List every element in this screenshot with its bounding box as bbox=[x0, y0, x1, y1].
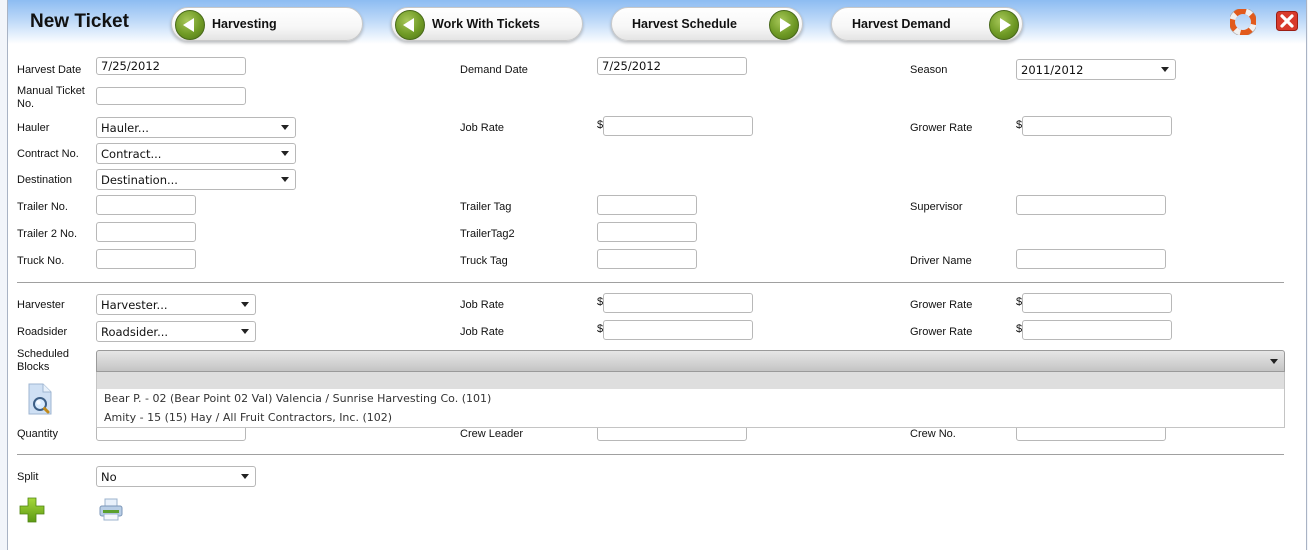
chevron-down-icon bbox=[281, 151, 289, 156]
harvester-select[interactable]: Harvester... bbox=[96, 294, 256, 315]
hauler-grower-rate-input[interactable] bbox=[1022, 116, 1172, 136]
back-arrow-icon bbox=[395, 10, 425, 40]
chevron-down-icon bbox=[241, 474, 249, 479]
print-icon[interactable] bbox=[98, 498, 124, 522]
trailer-tag2-label: TrailerTag2 bbox=[460, 228, 515, 240]
quantity-label: Quantity bbox=[17, 428, 58, 440]
scheduled-block-option[interactable]: Bear P. - 02 (Bear Point 02 Val) Valenci… bbox=[97, 389, 1284, 408]
dropdown-header bbox=[97, 372, 1284, 389]
chevron-down-icon bbox=[241, 329, 249, 334]
hauler-select[interactable]: Hauler... bbox=[96, 117, 296, 138]
hauler-label: Hauler bbox=[17, 122, 50, 134]
nav-harvesting-button[interactable]: Harvesting bbox=[171, 7, 363, 41]
split-select[interactable]: No bbox=[96, 466, 256, 487]
roadsider-job-rate-label: Job Rate bbox=[460, 326, 505, 338]
season-select[interactable]: 2011/2012 bbox=[1016, 59, 1176, 80]
scheduled-block-option[interactable]: Amity - 15 (15) Hay / All Fruit Contract… bbox=[97, 408, 1284, 427]
trailer2-no-label: Trailer 2 No. bbox=[17, 228, 78, 240]
trailer2-no-input[interactable] bbox=[96, 222, 196, 242]
roadsider-grower-rate-input[interactable] bbox=[1022, 320, 1172, 340]
section-divider bbox=[17, 282, 1284, 283]
truck-tag-input[interactable] bbox=[597, 249, 697, 269]
contract-value: Contract... bbox=[101, 147, 162, 161]
split-value: No bbox=[101, 470, 117, 484]
nav-harvest-demand-button[interactable]: Harvest Demand bbox=[831, 7, 1023, 41]
truck-no-input[interactable] bbox=[96, 249, 196, 269]
harvester-label: Harvester bbox=[17, 299, 65, 311]
truck-tag-label: Truck Tag bbox=[460, 255, 508, 267]
nav-harvest-schedule-label: Harvest Schedule bbox=[632, 17, 737, 31]
manual-ticket-input[interactable] bbox=[96, 87, 246, 105]
section-divider bbox=[17, 454, 1284, 455]
trailer-no-label: Trailer No. bbox=[17, 201, 68, 213]
contract-select[interactable]: Contract... bbox=[96, 143, 296, 164]
destination-value: Destination... bbox=[101, 173, 178, 187]
header-bar: New Ticket Harvesting Work With Tickets … bbox=[8, 0, 1306, 44]
scheduled-blocks-select[interactable] bbox=[96, 350, 1285, 372]
crew-leader-label: Crew Leader bbox=[460, 428, 523, 440]
trailer-tag2-input[interactable] bbox=[597, 222, 697, 242]
hauler-job-rate-label: Job Rate bbox=[460, 122, 505, 134]
nav-work-with-tickets-button[interactable]: Work With Tickets bbox=[391, 7, 583, 41]
new-ticket-panel: New Ticket Harvesting Work With Tickets … bbox=[7, 0, 1307, 550]
season-label: Season bbox=[910, 64, 948, 76]
harvester-grower-rate-input[interactable] bbox=[1022, 293, 1172, 313]
lifebuoy-icon[interactable] bbox=[1230, 9, 1256, 35]
harvester-job-rate-label: Job Rate bbox=[460, 299, 505, 311]
driver-name-input[interactable] bbox=[1016, 249, 1166, 269]
contract-label: Contract No. bbox=[17, 148, 79, 160]
driver-name-label: Driver Name bbox=[910, 255, 972, 267]
nav-harvesting-label: Harvesting bbox=[212, 17, 277, 31]
nav-work-with-tickets-label: Work With Tickets bbox=[432, 17, 540, 31]
harvest-date-input[interactable]: 7/25/2012 bbox=[96, 57, 246, 75]
demand-date-input[interactable]: 7/25/2012 bbox=[597, 57, 747, 75]
harvester-job-rate-input[interactable] bbox=[603, 293, 753, 313]
hauler-grower-rate-label: Grower Rate bbox=[910, 122, 973, 134]
roadsider-grower-rate-label: Grower Rate bbox=[910, 326, 973, 338]
destination-label: Destination bbox=[17, 174, 73, 186]
split-label: Split bbox=[17, 471, 39, 483]
supervisor-label: Supervisor bbox=[910, 201, 963, 213]
manual-ticket-label: Manual Ticket No. bbox=[17, 85, 85, 110]
crew-no-label: Crew No. bbox=[910, 428, 956, 440]
chevron-down-icon bbox=[281, 177, 289, 182]
roadsider-value: Roadsider... bbox=[101, 325, 169, 339]
demand-date-label: Demand Date bbox=[460, 64, 528, 76]
forward-arrow-icon bbox=[989, 10, 1019, 40]
trailer-tag-input[interactable] bbox=[597, 195, 697, 215]
harvester-value: Harvester... bbox=[101, 298, 168, 312]
hauler-value: Hauler... bbox=[101, 121, 149, 135]
truck-no-label: Truck No. bbox=[17, 255, 65, 267]
trailer-no-input[interactable] bbox=[96, 195, 196, 215]
hauler-job-rate-input[interactable] bbox=[603, 116, 753, 136]
back-arrow-icon bbox=[175, 10, 205, 40]
roadsider-select[interactable]: Roadsider... bbox=[96, 321, 256, 342]
season-value: 2011/2012 bbox=[1021, 63, 1084, 77]
scheduled-blocks-label: Scheduled Blocks bbox=[17, 348, 69, 373]
harvester-grower-rate-label: Grower Rate bbox=[910, 299, 973, 311]
roadsider-job-rate-input[interactable] bbox=[603, 320, 753, 340]
harvest-date-label: Harvest Date bbox=[17, 64, 82, 76]
trailer-tag-label: Trailer Tag bbox=[460, 201, 512, 213]
chevron-down-icon bbox=[281, 125, 289, 130]
page-title: New Ticket bbox=[30, 11, 129, 32]
scheduled-blocks-dropdown: Bear P. - 02 (Bear Point 02 Val) Valenci… bbox=[96, 372, 1285, 428]
forward-arrow-icon bbox=[769, 10, 799, 40]
nav-harvest-demand-label: Harvest Demand bbox=[852, 17, 951, 31]
chevron-down-icon bbox=[1161, 67, 1169, 72]
nav-harvest-schedule-button[interactable]: Harvest Schedule bbox=[611, 7, 803, 41]
supervisor-input[interactable] bbox=[1016, 195, 1166, 215]
roadsider-label: Roadsider bbox=[17, 326, 68, 338]
chevron-down-icon bbox=[241, 302, 249, 307]
close-icon[interactable] bbox=[1276, 11, 1298, 31]
destination-select[interactable]: Destination... bbox=[96, 169, 296, 190]
add-icon[interactable] bbox=[19, 497, 45, 523]
search-document-icon[interactable] bbox=[26, 383, 56, 415]
chevron-down-icon bbox=[1270, 359, 1278, 364]
